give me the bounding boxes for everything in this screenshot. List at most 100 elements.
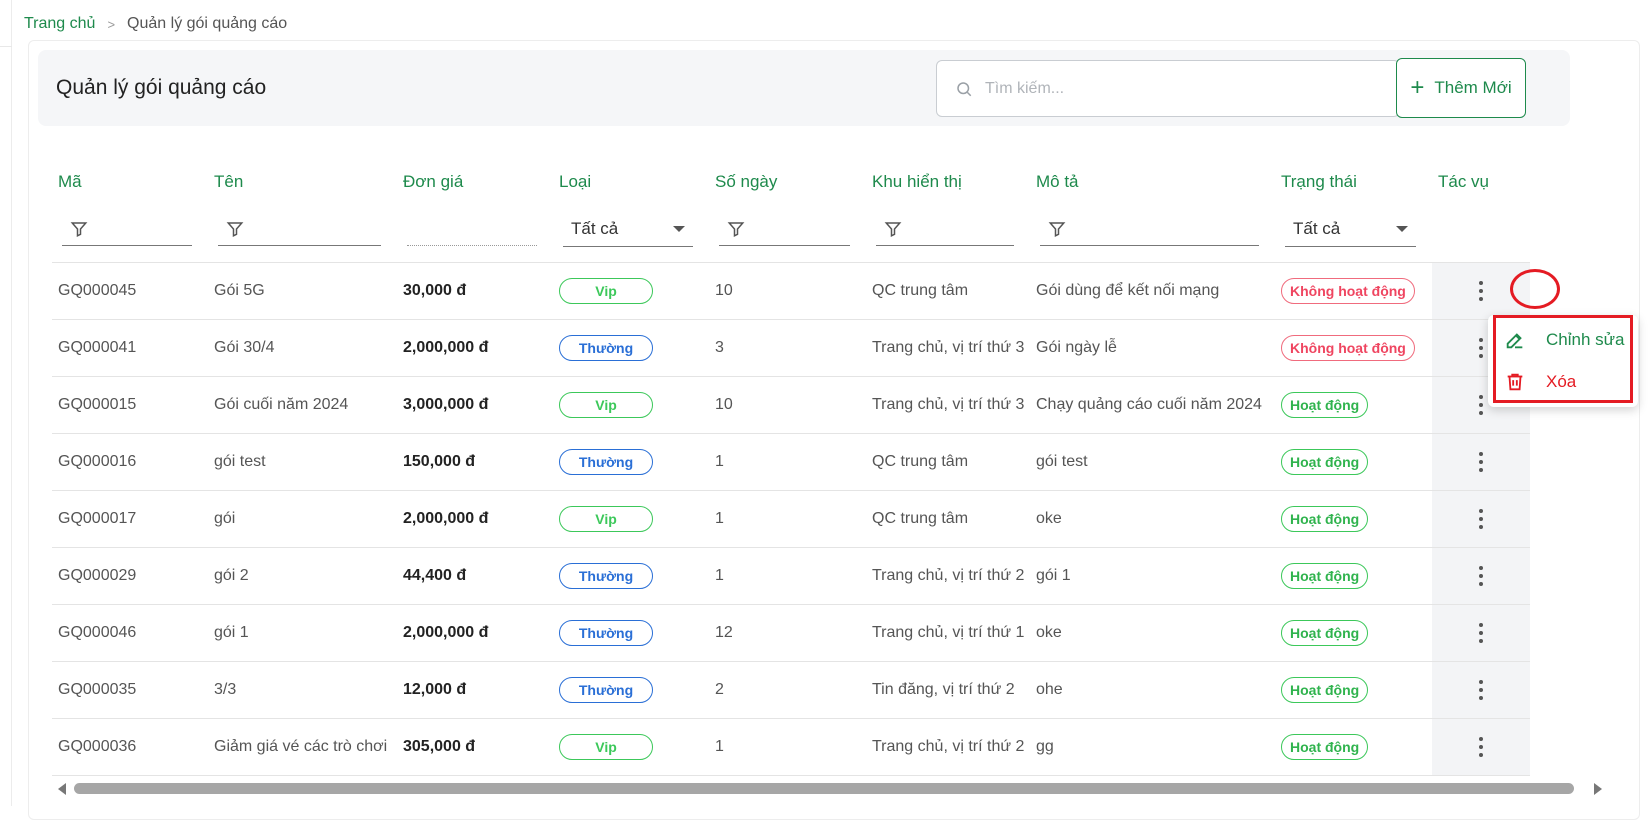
column-header-price[interactable]: Đơn giá [397, 154, 553, 198]
status-badge: Không hoạt động [1281, 277, 1415, 304]
filter-icon [727, 222, 745, 238]
edit-icon [1506, 333, 1523, 349]
more-vertical-icon[interactable] [1466, 615, 1496, 651]
table-row: GQ000017 gói 2,000,000 đ Vip 1 QC trung tâm ok… [52, 490, 1530, 548]
cell-area: QC trung tâm [866, 262, 1030, 320]
column-header-type[interactable]: Loại [553, 154, 709, 198]
status-badge: Hoạt động [1281, 562, 1369, 589]
scroll-right-arrow-icon[interactable] [1594, 783, 1602, 795]
cell-type: Vip [553, 376, 709, 434]
plus-icon: + [1410, 74, 1425, 101]
code-filter[interactable] [62, 214, 192, 246]
table-row: GQ000029 gói 2 44,400 đ Thường 1 Trang chủ, v… [52, 547, 1530, 605]
edit-menu-item[interactable]: Chỉnh sửa [1504, 329, 1624, 351]
type-badge: Thường [559, 448, 653, 475]
cell-description: gói test [1030, 433, 1275, 491]
cell-name: Giảm giá vé các trò chơi [208, 718, 397, 776]
cell-name: gói test [208, 433, 397, 491]
cell-name: Gói 5G [208, 262, 397, 320]
divider [0, 46, 12, 47]
cell-days: 3 [709, 319, 866, 377]
type-badge: Thường [559, 676, 653, 703]
left-panel-edge [0, 0, 12, 806]
delete-menu-item[interactable]: Xóa [1504, 371, 1576, 393]
cell-actions [1432, 547, 1530, 605]
column-header-name[interactable]: Tên [208, 154, 397, 198]
edit-label: Chỉnh sửa [1546, 330, 1625, 349]
status-select[interactable]: Tất cả [1285, 213, 1416, 247]
type-select[interactable]: Tất cả [563, 213, 693, 247]
add-new-label: Thêm Mới [1434, 78, 1512, 97]
cell-type: Thường [553, 319, 709, 377]
more-vertical-icon[interactable] [1466, 444, 1496, 480]
more-vertical-icon[interactable] [1466, 558, 1496, 594]
description-filter[interactable] [1040, 214, 1259, 246]
row-actions-menu: Chỉnh sửa Xóa [1488, 315, 1638, 407]
page-title: Quản lý gói quảng cáo [56, 76, 267, 99]
cell-status: Hoạt động [1275, 376, 1432, 434]
more-vertical-icon[interactable] [1466, 501, 1496, 537]
breadcrumb-separator: > [107, 16, 116, 32]
status-select-value: Tất cả [1293, 219, 1341, 239]
cell-name: Gói cuối năm 2024 [208, 376, 397, 434]
price-filter[interactable] [407, 214, 537, 246]
scroll-left-arrow-icon[interactable] [58, 783, 66, 795]
cell-name: gói 1 [208, 604, 397, 662]
table-row: GQ000041 Gói 30/4 2,000,000 đ Thường 3 Trang … [52, 319, 1530, 377]
breadcrumb: Trang chủ > Quản lý gói quảng cáo [24, 15, 287, 33]
status-badge: Không hoạt động [1281, 334, 1415, 361]
column-header-status[interactable]: Trạng thái [1275, 154, 1432, 198]
cell-price: 305,000 đ [397, 718, 553, 776]
type-badge: Thường [559, 619, 653, 646]
cell-price: 2,000,000 đ [397, 319, 553, 377]
cell-name: gói 2 [208, 547, 397, 605]
scroll-thumb[interactable] [74, 783, 1574, 794]
more-vertical-icon[interactable] [1466, 729, 1496, 765]
cell-code: GQ000046 [52, 604, 208, 662]
days-filter[interactable] [719, 214, 850, 246]
name-filter[interactable] [218, 214, 381, 246]
column-header-description[interactable]: Mô tả [1030, 154, 1275, 198]
delete-label: Xóa [1546, 372, 1577, 391]
status-badge: Hoạt động [1281, 676, 1369, 703]
cell-name: gói [208, 490, 397, 548]
cell-description: gg [1030, 718, 1275, 776]
filter-icon [884, 222, 902, 238]
status-badge: Hoạt động [1281, 505, 1369, 532]
type-badge: Vip [559, 277, 653, 304]
more-vertical-icon[interactable] [1466, 672, 1496, 708]
status-badge: Hoạt động [1281, 733, 1369, 760]
cell-type: Thường [553, 433, 709, 491]
trash-icon [1507, 373, 1523, 391]
cell-name: Gói 30/4 [208, 319, 397, 377]
cell-type: Vip [553, 718, 709, 776]
breadcrumb-current: Quản lý gói quảng cáo [127, 15, 288, 32]
cell-status: Hoạt động [1275, 490, 1432, 548]
area-filter[interactable] [876, 214, 1014, 246]
horizontal-scrollbar[interactable] [52, 782, 1608, 796]
more-vertical-icon[interactable] [1466, 273, 1496, 309]
cell-description: ohe [1030, 661, 1275, 719]
table-row: GQ000036 Giảm giá vé các trò chơi 305,000 … [52, 718, 1530, 776]
search-input[interactable] [985, 79, 1385, 98]
search-icon [957, 81, 972, 96]
filter-icon [1048, 222, 1066, 238]
cell-days: 10 [709, 376, 866, 434]
status-badge: Hoạt động [1281, 619, 1369, 646]
cell-description: oke [1030, 490, 1275, 548]
add-new-button[interactable]: + Thêm Mới [1396, 58, 1526, 118]
column-header-code[interactable]: Mã [52, 154, 208, 198]
cell-area: QC trung tâm [866, 490, 1030, 548]
cell-price: 44,400 đ [397, 547, 553, 605]
column-header-days[interactable]: Số ngày [709, 154, 866, 198]
cell-code: GQ000035 [52, 661, 208, 719]
cell-description: Gói dùng để kết nối mạng [1030, 262, 1275, 320]
cell-description: oke [1030, 604, 1275, 662]
cell-type: Thường [553, 661, 709, 719]
cell-area: Trang chủ, vị trí thứ 2 [866, 718, 1030, 776]
cell-area: QC trung tâm [866, 433, 1030, 491]
breadcrumb-home-link[interactable]: Trang chủ [24, 15, 95, 33]
column-header-area[interactable]: Khu hiển thị [866, 154, 1030, 198]
cell-price: 2,000,000 đ [397, 490, 553, 548]
cell-days: 1 [709, 547, 866, 605]
